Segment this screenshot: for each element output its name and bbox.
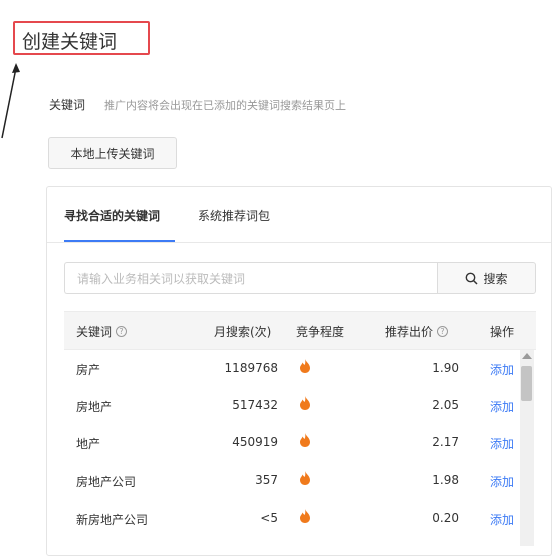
flame-icon — [300, 359, 310, 373]
cell-keyword: 房产 — [76, 363, 101, 377]
tab-find-keywords[interactable]: 寻找合适的关键词 — [64, 207, 160, 224]
tabs-divider — [47, 242, 551, 243]
table-row: 新房地产公司 <5 0.20 添加 — [64, 500, 536, 538]
table-row: 房地产公司 357 1.98 添加 — [64, 462, 536, 500]
table-header: 关键词 ? 月搜索(次) 竞争程度 推荐出价 ? 操作 — [64, 311, 536, 350]
table-row: 地产 450919 2.17 添加 — [64, 424, 536, 462]
header-keyword: 关键词 ? — [76, 323, 128, 340]
cell-monthly-searches: 1189768 — [224, 361, 278, 375]
keyword-description: 推广内容将会出现在已添加的关键词搜索结果页上 — [104, 99, 346, 112]
tab-recommended-packages[interactable]: 系统推荐词包 — [198, 207, 270, 224]
header-monthly-searches: 月搜索(次) — [214, 325, 272, 339]
cell-price: 0.20 — [432, 511, 459, 525]
cell-monthly-searches: <5 — [260, 511, 278, 525]
header-recommended-price: 推荐出价 ? — [385, 323, 449, 340]
cell-monthly-searches: 450919 — [232, 435, 278, 449]
header-action: 操作 — [490, 325, 515, 339]
add-keyword-link[interactable]: 添加 — [490, 361, 514, 378]
cell-keyword: 地产 — [76, 437, 101, 451]
add-keyword-link[interactable]: 添加 — [490, 435, 514, 452]
add-keyword-link[interactable]: 添加 — [490, 473, 514, 490]
active-tab-indicator — [64, 240, 175, 242]
question-circle-icon[interactable]: ? — [437, 326, 449, 337]
cell-keyword: 新房地产公司 — [76, 513, 149, 527]
scroll-up-arrow-icon[interactable] — [522, 353, 532, 359]
cell-price: 1.90 — [432, 361, 459, 375]
table-row: 房地产 517432 2.05 添加 — [64, 387, 536, 425]
header-competition: 竞争程度 — [296, 325, 345, 339]
cell-monthly-searches: 517432 — [232, 398, 278, 412]
cell-keyword: 房地产 — [76, 400, 113, 414]
cell-price: 2.05 — [432, 398, 459, 412]
cell-monthly-searches: 357 — [255, 473, 278, 487]
keyword-label: 关键词 — [49, 98, 86, 112]
scrollbar-thumb[interactable] — [521, 366, 532, 401]
header-keyword-label: 关键词 — [76, 325, 113, 339]
search-button-label: 搜索 — [483, 271, 508, 286]
header-price-label: 推荐出价 — [385, 325, 434, 339]
search-button[interactable]: 搜索 — [437, 262, 536, 294]
add-keyword-link[interactable]: 添加 — [490, 398, 514, 415]
flame-icon — [300, 433, 310, 447]
upload-keywords-button[interactable]: 本地上传关键词 — [48, 137, 177, 169]
cell-price: 1.98 — [432, 473, 459, 487]
flame-icon — [300, 509, 310, 523]
page-title: 创建关键词 — [22, 31, 118, 53]
flame-icon — [300, 396, 310, 410]
question-circle-icon[interactable]: ? — [116, 326, 128, 337]
table-row: 房产 1189768 1.90 添加 — [64, 350, 536, 388]
search-icon — [466, 272, 479, 285]
cell-keyword: 房地产公司 — [76, 475, 137, 489]
add-keyword-link[interactable]: 添加 — [490, 511, 514, 528]
annotation-arrow-icon — [1, 63, 20, 139]
cell-price: 2.17 — [432, 435, 459, 449]
keyword-search-input[interactable]: 请输入业务相关词以获取关键词 — [64, 262, 438, 294]
flame-icon — [300, 471, 310, 485]
